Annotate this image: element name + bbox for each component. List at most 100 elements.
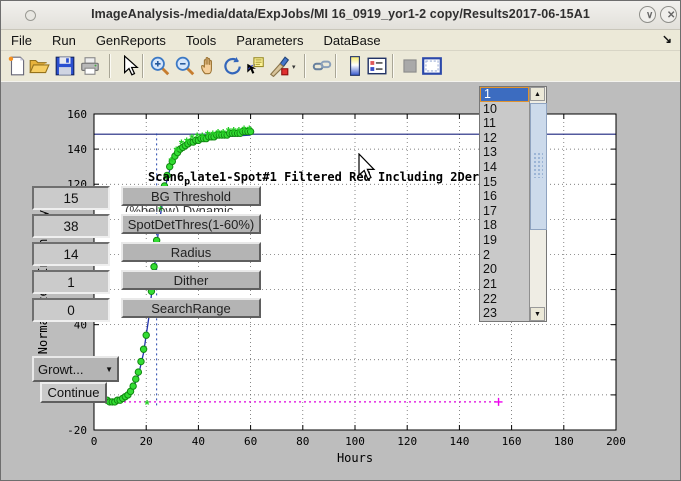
pan-button[interactable]: [198, 55, 220, 77]
scrollbar-grip: [533, 152, 543, 178]
data-cursor-button[interactable]: [244, 55, 266, 77]
listbox-item[interactable]: 23: [480, 306, 529, 321]
brush-icon: [268, 55, 290, 77]
svg-text:200: 200: [606, 435, 626, 448]
svg-text:20: 20: [140, 435, 153, 448]
growth-popup-label: Growt...: [38, 362, 84, 377]
svg-text:120: 120: [397, 435, 417, 448]
save-button[interactable]: [54, 55, 76, 77]
menu-bar: File Run GenReports Tools Parameters Dat…: [1, 30, 680, 51]
legend-button[interactable]: [366, 55, 388, 77]
zoom-out-button[interactable]: [174, 55, 196, 77]
spotdetthres-input[interactable]: [32, 214, 110, 238]
bg-threshold-input[interactable]: [32, 186, 110, 210]
dock-figure-button[interactable]: [421, 55, 443, 77]
menu-tools[interactable]: Tools: [186, 33, 216, 48]
scrollbar-thumb[interactable]: [530, 103, 547, 230]
plot-title: Scan6plate1-Spot#1 Filtered Red Includin…: [148, 170, 515, 187]
rotate-icon: [221, 55, 243, 77]
spotdetthres-button[interactable]: SpotDetThres(1-60%): [121, 214, 261, 234]
brush-dropdown-caret-icon[interactable]: ▾: [292, 63, 296, 71]
menu-database[interactable]: DataBase: [323, 33, 380, 48]
menu-parameters[interactable]: Parameters: [236, 33, 303, 48]
listbox-item[interactable]: 22: [480, 292, 529, 307]
listbox-scrollbar[interactable]: ▲ ▼: [529, 87, 546, 321]
searchrange-button[interactable]: SearchRange: [121, 298, 261, 318]
open-file-button[interactable]: [28, 55, 50, 77]
chevron-down-icon: ▼: [105, 365, 113, 374]
shade-button[interactable]: ∨: [639, 6, 656, 23]
svg-text:180: 180: [554, 435, 574, 448]
listbox-items: 110111213141516171819220212223: [480, 87, 529, 321]
svg-text:60: 60: [244, 435, 257, 448]
toolbar: ▾: [1, 51, 680, 83]
svg-text:-20: -20: [67, 424, 87, 437]
hand-icon: [198, 55, 220, 77]
scroll-down-button[interactable]: ▼: [530, 307, 545, 321]
radius-input[interactable]: [32, 242, 110, 266]
figure-area: ********************02040608010012014016…: [1, 81, 680, 481]
title-bar[interactable]: ImageAnalysis-/media/data/ExpJobs/MI 16_…: [1, 1, 680, 30]
new-file-icon: [6, 55, 28, 77]
listbox-item[interactable]: 18: [480, 218, 529, 233]
link-plots-button[interactable]: [311, 55, 333, 77]
dither-input[interactable]: [32, 270, 110, 294]
close-button[interactable]: ✕: [660, 6, 677, 23]
svg-text:40: 40: [192, 435, 205, 448]
spot-number-listbox[interactable]: 110111213141516171819220212223 ▲ ▼: [479, 86, 547, 322]
svg-text:Hours: Hours: [337, 451, 373, 465]
listbox-item[interactable]: 21: [480, 277, 529, 292]
scroll-up-button[interactable]: ▲: [530, 87, 545, 101]
open-folder-icon: [28, 55, 50, 77]
listbox-item[interactable]: 1: [480, 87, 529, 102]
svg-text:160: 160: [67, 108, 87, 121]
svg-text:140: 140: [67, 143, 87, 156]
toolbar-separator: [304, 54, 306, 78]
bg-threshold-button[interactable]: BG Threshold: [121, 186, 261, 206]
brush-button[interactable]: [268, 55, 290, 77]
menu-run[interactable]: Run: [52, 33, 76, 48]
colorbar-button[interactable]: [344, 55, 366, 77]
toolbar-separator: [335, 54, 337, 78]
save-icon: [54, 55, 76, 77]
zoom-out-icon: [174, 55, 196, 77]
svg-text:80: 80: [296, 435, 309, 448]
zoom-in-icon: [149, 55, 171, 77]
listbox-item[interactable]: 10: [480, 102, 529, 117]
svg-text:0: 0: [91, 435, 98, 448]
radius-button[interactable]: Radius: [121, 242, 261, 262]
dock-figure-icon: [421, 55, 443, 77]
searchrange-input[interactable]: [32, 298, 110, 322]
pointer-button[interactable]: [118, 55, 140, 77]
listbox-item[interactable]: 17: [480, 204, 529, 219]
listbox-item[interactable]: 14: [480, 160, 529, 175]
growth-popup-menu[interactable]: Growt... ▼: [32, 356, 119, 382]
toolbar-separator: [392, 54, 394, 78]
listbox-item[interactable]: 13: [480, 145, 529, 160]
dither-button[interactable]: Dither: [121, 270, 261, 290]
window-title: ImageAnalysis-/media/data/ExpJobs/MI 16_…: [1, 7, 680, 21]
print-icon: [79, 55, 101, 77]
menu-genreports[interactable]: GenReports: [96, 33, 166, 48]
continue-button[interactable]: Continue: [40, 382, 107, 403]
link-icon: [311, 55, 333, 77]
menu-overflow-icon[interactable]: ↘: [662, 32, 672, 46]
svg-text:160: 160: [502, 435, 522, 448]
listbox-item[interactable]: 15: [480, 175, 529, 190]
svg-text:100: 100: [345, 435, 365, 448]
menu-file[interactable]: File: [11, 33, 32, 48]
listbox-item[interactable]: 16: [480, 189, 529, 204]
disabled-square-button: [399, 55, 421, 77]
print-button[interactable]: [79, 55, 101, 77]
colorbar-icon: [344, 55, 366, 77]
listbox-item[interactable]: 11: [480, 116, 529, 131]
listbox-item[interactable]: 2: [480, 248, 529, 263]
listbox-item[interactable]: 19: [480, 233, 529, 248]
listbox-item[interactable]: 20: [480, 262, 529, 277]
zoom-in-button[interactable]: [149, 55, 171, 77]
mouse-cursor-icon: [358, 153, 378, 183]
rotate-3d-button[interactable]: [221, 55, 243, 77]
disabled-square-icon: [399, 55, 421, 77]
new-file-button[interactable]: [6, 55, 28, 77]
listbox-item[interactable]: 12: [480, 131, 529, 146]
